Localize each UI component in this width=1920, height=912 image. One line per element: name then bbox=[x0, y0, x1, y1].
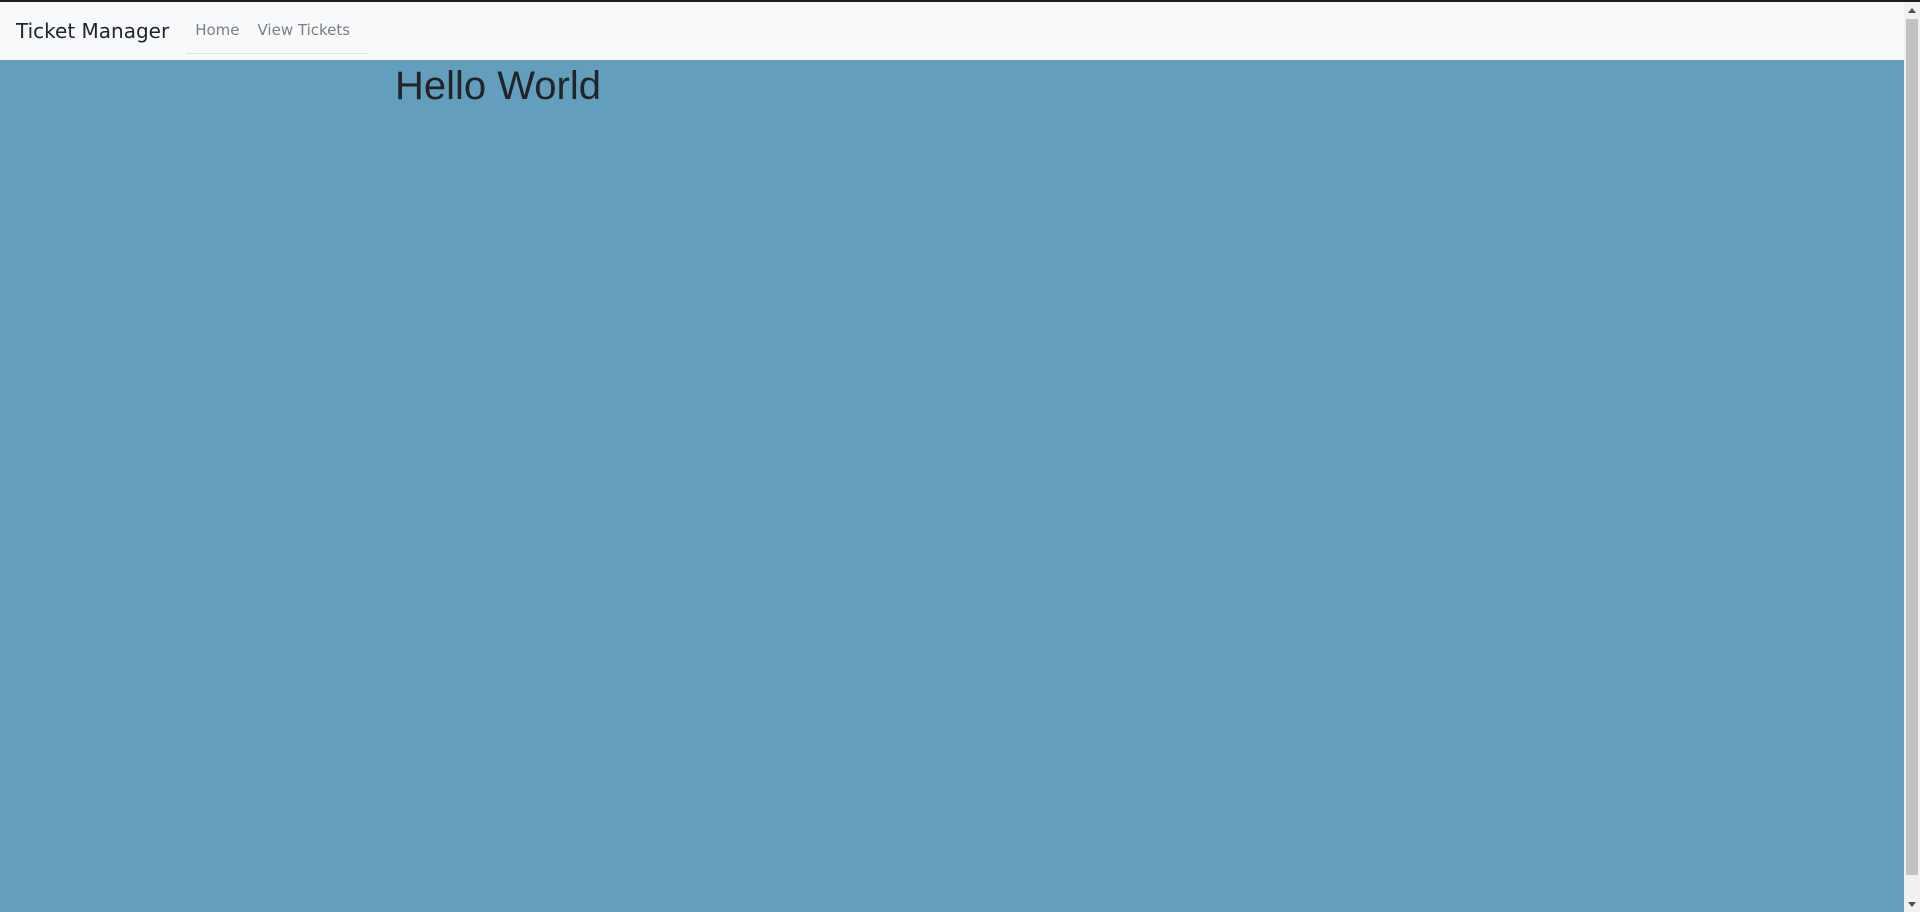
page: Ticket Manager Home View Tickets Hello W… bbox=[0, 0, 1920, 912]
nav-link-home[interactable]: Home bbox=[186, 18, 248, 42]
main-content: Hello World bbox=[0, 60, 1904, 912]
vertical-scrollbar[interactable] bbox=[1904, 2, 1920, 912]
nav-links: Home View Tickets bbox=[186, 13, 368, 54]
scrollbar-thumb[interactable] bbox=[1906, 19, 1918, 875]
chevron-down-icon[interactable] bbox=[1904, 896, 1920, 912]
chevron-up-icon[interactable] bbox=[1904, 2, 1920, 18]
navbar: Ticket Manager Home View Tickets bbox=[0, 2, 1904, 60]
navbar-brand[interactable]: Ticket Manager bbox=[16, 19, 169, 43]
nav-link-view-tickets[interactable]: View Tickets bbox=[249, 18, 360, 42]
page-heading: Hello World bbox=[395, 64, 601, 108]
